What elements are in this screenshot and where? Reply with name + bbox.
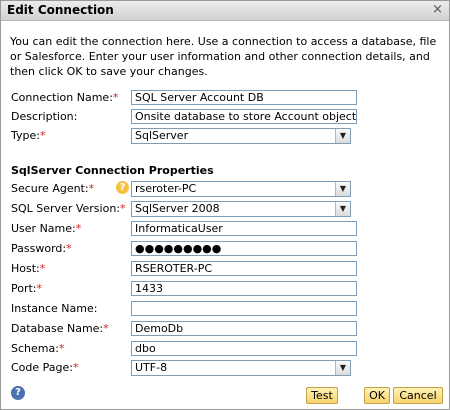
port-row: Port:* (11, 281, 441, 297)
info-icon[interactable]: ? (116, 181, 129, 194)
schema-row: Schema:* (11, 341, 441, 357)
description-input[interactable] (131, 109, 357, 124)
instance-name-input[interactable] (131, 301, 357, 316)
required-marker: * (73, 361, 79, 374)
required-marker: * (103, 322, 109, 335)
description-row: Description: (11, 109, 441, 125)
code-page-row: Code Page:* UTF-8 ▼ (11, 360, 441, 376)
sql-version-label: SQL Server Version:* (11, 202, 126, 215)
required-marker: * (36, 282, 43, 295)
cancel-button[interactable]: Cancel (393, 387, 443, 404)
instance-name-label: Instance Name: (11, 302, 98, 315)
required-marker: * (120, 202, 126, 215)
required-marker: * (66, 242, 72, 255)
password-label: Password:* (11, 242, 72, 255)
secure-agent-value: rseroter-PC (135, 182, 197, 195)
code-page-label: Code Page:* (11, 361, 79, 374)
database-name-row: Database Name:* (11, 321, 441, 337)
chevron-down-icon[interactable]: ▼ (335, 182, 350, 196)
dialog-title: Edit Connection (7, 3, 114, 17)
edit-connection-dialog: Edit Connection × You can edit the conne… (0, 0, 450, 410)
help-icon[interactable]: ? (11, 386, 25, 400)
required-marker: * (58, 342, 65, 355)
type-row: Type:* SqlServer ▼ (11, 128, 441, 144)
ok-button[interactable]: OK (364, 387, 390, 404)
user-name-input[interactable] (131, 221, 357, 236)
required-marker: * (88, 182, 95, 195)
required-marker: * (75, 222, 82, 235)
password-input[interactable] (131, 241, 357, 256)
chevron-down-icon[interactable]: ▼ (335, 361, 350, 375)
connection-name-label: Connection Name:* (11, 91, 119, 104)
instance-name-row: Instance Name: (11, 301, 441, 317)
database-name-label: Database Name:* (11, 322, 109, 335)
sql-version-row: SQL Server Version:* SqlServer 2008 ▼ (11, 201, 441, 217)
close-icon[interactable]: × (432, 2, 443, 17)
intro-text: You can edit the connection here. Use a … (10, 35, 437, 78)
section-title: SqlServer Connection Properties (11, 164, 214, 177)
chevron-down-icon[interactable]: ▼ (335, 202, 350, 216)
secure-agent-row: Secure Agent:* ? rseroter-PC ▼ (11, 181, 441, 197)
type-select-value: SqlServer (135, 129, 189, 142)
host-row: Host:* (11, 261, 441, 277)
sql-version-select[interactable]: SqlServer 2008 ▼ (131, 201, 351, 217)
required-marker: * (39, 262, 46, 275)
code-page-value: UTF-8 (135, 361, 168, 374)
schema-input[interactable] (131, 341, 357, 356)
type-label: Type:* (11, 129, 46, 142)
type-select[interactable]: SqlServer ▼ (131, 128, 351, 144)
chevron-down-icon[interactable]: ▼ (335, 129, 350, 143)
password-row: Password:* (11, 241, 441, 257)
connection-name-row: Connection Name:* (11, 90, 441, 106)
port-label: Port:* (11, 282, 43, 295)
user-name-label: User Name:* (11, 222, 82, 235)
port-input[interactable] (131, 281, 357, 296)
secure-agent-label: Secure Agent:* (11, 182, 95, 195)
schema-label: Schema:* (11, 342, 65, 355)
secure-agent-select[interactable]: rseroter-PC ▼ (131, 181, 351, 197)
required-marker: * (112, 91, 119, 104)
host-input[interactable] (131, 261, 357, 276)
host-label: Host:* (11, 262, 46, 275)
code-page-select[interactable]: UTF-8 ▼ (131, 360, 351, 376)
required-marker: * (39, 129, 46, 142)
sql-version-value: SqlServer 2008 (135, 202, 220, 215)
database-name-input[interactable] (131, 321, 357, 336)
title-bar: Edit Connection × (1, 1, 449, 21)
connection-name-input[interactable] (131, 90, 357, 105)
description-label: Description: (11, 110, 78, 123)
test-button[interactable]: Test (306, 387, 338, 404)
user-name-row: User Name:* (11, 221, 441, 237)
